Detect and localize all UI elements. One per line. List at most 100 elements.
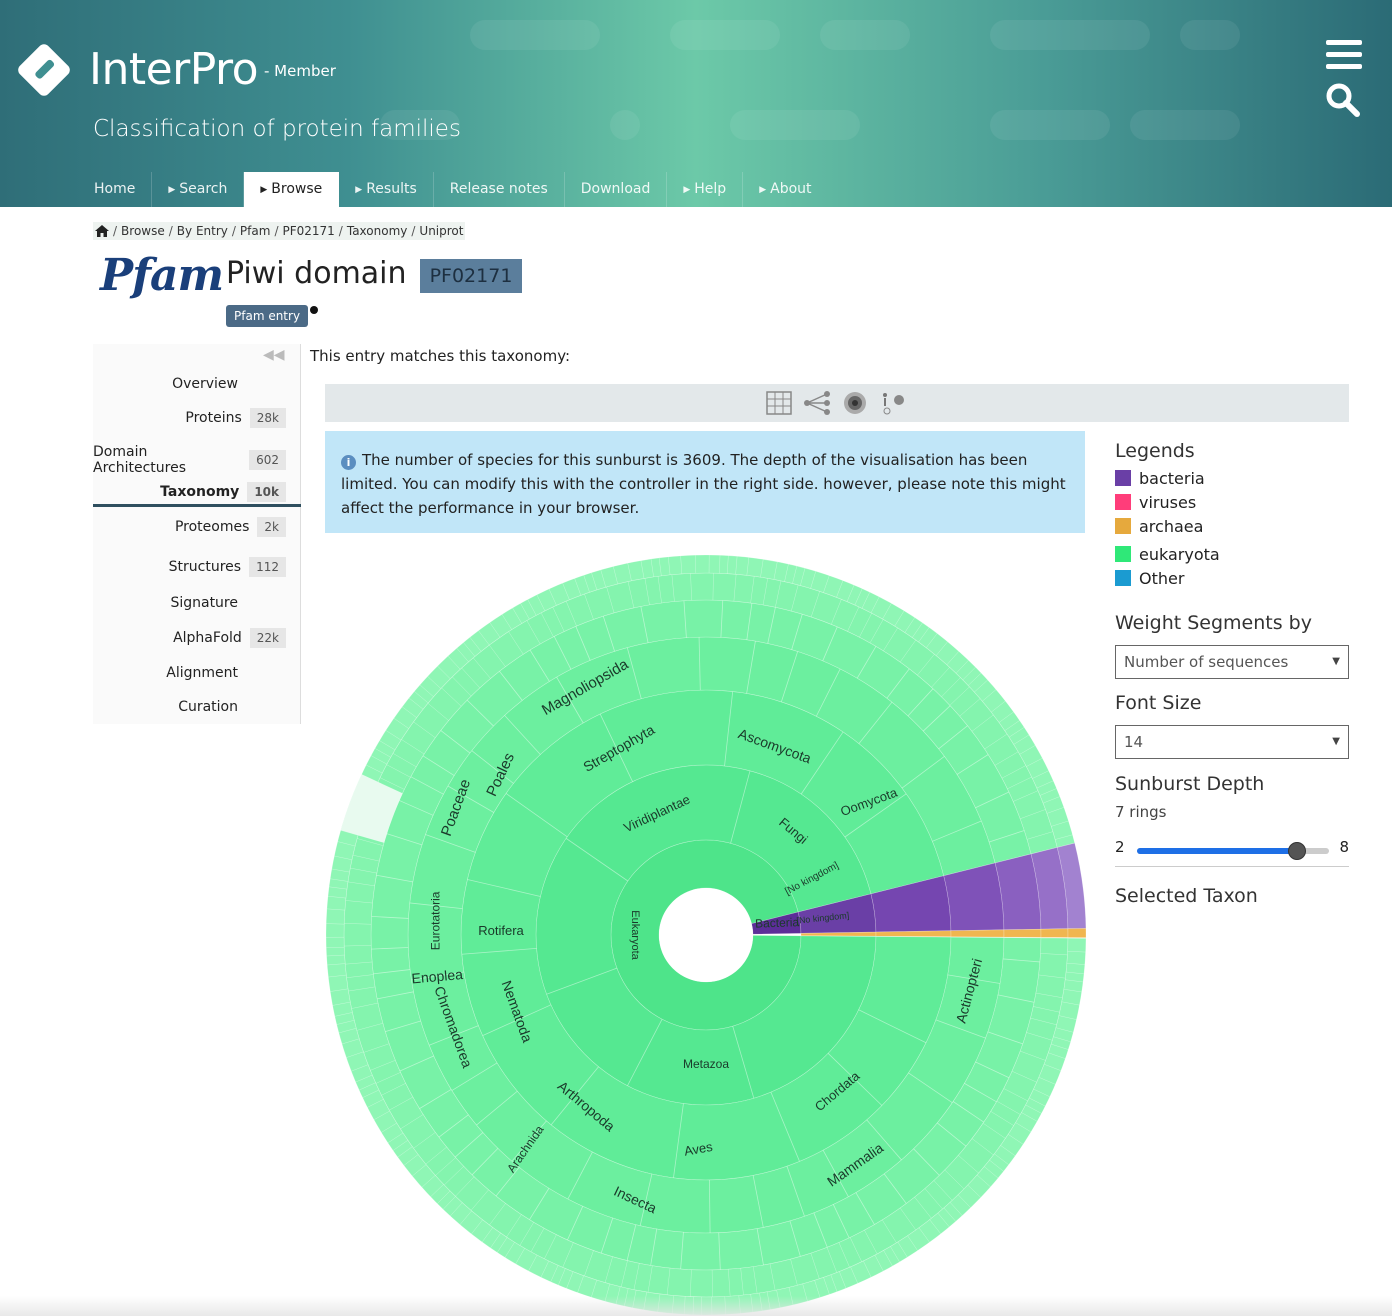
nav-label: Search [179,181,228,197]
nav-item-browse[interactable]: ▶ Browse [244,172,340,207]
nav-item-download[interactable]: Download [565,172,668,207]
font-size-select[interactable]: 14 ▼ [1115,725,1349,759]
search-icon[interactable] [1324,82,1362,118]
caret-right-icon: ▶ [168,185,176,195]
table-icon[interactable] [765,390,793,416]
legend-swatch [1115,570,1131,586]
sidebar-item-curation[interactable]: Curation [178,699,238,715]
caret-right-icon: ▶ [759,185,767,195]
taxon-label: Bacteria [755,915,800,931]
nav-item-results[interactable]: ▶ Results [339,172,434,207]
nav-label: Results [366,181,417,197]
archaea-segment[interactable] [1040,928,1069,938]
count-badge: 602 [249,450,286,470]
legend-label: Other [1139,568,1185,588]
sidebar-item-label: Taxonomy [160,484,240,500]
tree-icon[interactable] [803,390,831,416]
archaea-segment[interactable] [1067,928,1087,938]
entry-title: Piwi domain [226,256,407,291]
species-icon[interactable] [879,390,907,416]
breadcrumb-separator: / [231,224,236,238]
entry-type-badge: Pfam entry [226,305,309,327]
breadcrumb-separator: / [411,224,416,238]
sidebar-item-proteins[interactable]: Proteins 28k [185,408,286,428]
legend-swatch [1115,470,1131,486]
brand-name[interactable]: InterPro [89,44,259,95]
sidebar-item-taxonomy[interactable]: Taxonomy 10k [160,482,286,502]
legends-title: Legends [1115,440,1195,462]
nav-label: About [770,181,812,197]
breadcrumb-link[interactable]: Uniprot [419,224,463,238]
weight-select[interactable]: Number of sequences ▼ [1115,645,1349,679]
sidebar-item-signature[interactable]: Signature [170,595,238,611]
count-badge: 112 [249,557,286,577]
nav-item-about[interactable]: ▶ About [743,172,827,207]
legend-item-other: Other [1115,568,1349,588]
sidebar-item-label: Domain Architectures [93,444,187,476]
sidebar-item-overview[interactable]: Overview [172,376,238,392]
breadcrumb-link[interactable]: Browse [121,224,165,238]
taxon-label: Rotifera [478,923,524,938]
nav-item-help[interactable]: ▶ Help [667,172,744,207]
caret-right-icon: ▶ [355,185,363,195]
weight-title: Weight Segments by [1115,612,1312,634]
hamburger-menu-icon[interactable] [1326,40,1362,70]
species-limit-notice: i The number of species for this sunburst… [325,431,1085,533]
info-icon[interactable] [310,306,318,314]
nav-item-release-notes[interactable]: Release notes [434,172,565,207]
legend-label: archaea [1139,516,1204,536]
home-icon[interactable] [95,225,109,237]
breadcrumb: / Browse / By Entry / Pfam / PF02171/Taxonomy / U… [93,222,466,240]
sidebar-item-label: Proteins [185,410,242,426]
site-tagline: Classification of protein families [93,116,461,142]
sunburst-icon[interactable] [841,390,869,416]
breadcrumb-separator: / [113,224,118,238]
slider-track[interactable] [1137,842,1329,860]
breadcrumb-separator: / [338,224,343,238]
sidebar-item-label: Overview [172,376,238,392]
breadcrumb-link[interactable]: Taxonomy [347,224,408,238]
depth-slider[interactable]: 2 8 [1115,837,1349,867]
sidebar-item-domain-architectures[interactable]: Domain Architectures 602 [93,444,286,476]
brand-subtitle: - Member [264,62,336,80]
nav-item-search[interactable]: ▶ Search [152,172,245,207]
archaea-segment[interactable] [1003,928,1042,938]
taxonomy-intro-text: This entry matches this taxonomy: [310,347,571,365]
active-tab-indicator [93,504,301,507]
legend-label: viruses [1139,492,1197,512]
legend-list: bacteria viruses archaea eukaryota Other [1115,469,1349,588]
depth-value: 7 rings [1115,803,1167,821]
sidebar-item-label: Proteomes [174,519,250,535]
breadcrumb-link[interactable]: Pfam [240,224,271,238]
sunburst-center[interactable] [659,888,753,982]
legend-item-archaea: archaea [1115,516,1349,536]
chevron-down-icon: ▼ [1332,656,1340,667]
sidebar-item-alphafold[interactable]: AlphaFold 22k [173,628,286,648]
interpro-logo-icon[interactable] [14,40,74,100]
breadcrumb-link[interactable]: PF02171 [282,224,334,238]
legend-item-viruses: viruses [1115,492,1349,512]
font-size-select-value: 14 [1124,733,1144,751]
weight-select-value: Number of sequences [1124,653,1289,671]
caret-right-icon: ▶ [260,185,268,195]
sidebar-item-alignment[interactable]: Alignment [166,665,238,681]
taxonomy-sunburst-chart[interactable]: Eukaryota BacteriaViridiplantae FungiMetaz… [325,552,1087,1316]
nav-item-home[interactable]: Home [78,172,153,207]
count-badge: 10k [247,482,286,502]
sidebar-item-structures[interactable]: Structures 112 [169,557,286,577]
breadcrumb-link[interactable]: By Entry [177,224,228,238]
sidebar-item-proteomes[interactable]: Proteomes 2k [175,517,286,537]
nav-label: Download [580,181,651,197]
sidebar-item-label: Structures [168,559,242,575]
collapse-sidebar-icon[interactable]: ◀◀ [263,347,285,363]
font-size-title: Font Size [1115,692,1202,714]
count-badge: 22k [249,628,286,648]
slider-thumb[interactable] [1288,842,1306,860]
archaea-segment[interactable] [950,929,1005,938]
taxon-label: Eukaryota [629,910,641,960]
sidebar-item-label: Curation [178,699,238,715]
archaea-segment[interactable] [875,930,952,938]
depth-max: 8 [1339,838,1349,856]
nav-label: Browse [271,181,323,197]
count-badge: 28k [249,408,286,428]
